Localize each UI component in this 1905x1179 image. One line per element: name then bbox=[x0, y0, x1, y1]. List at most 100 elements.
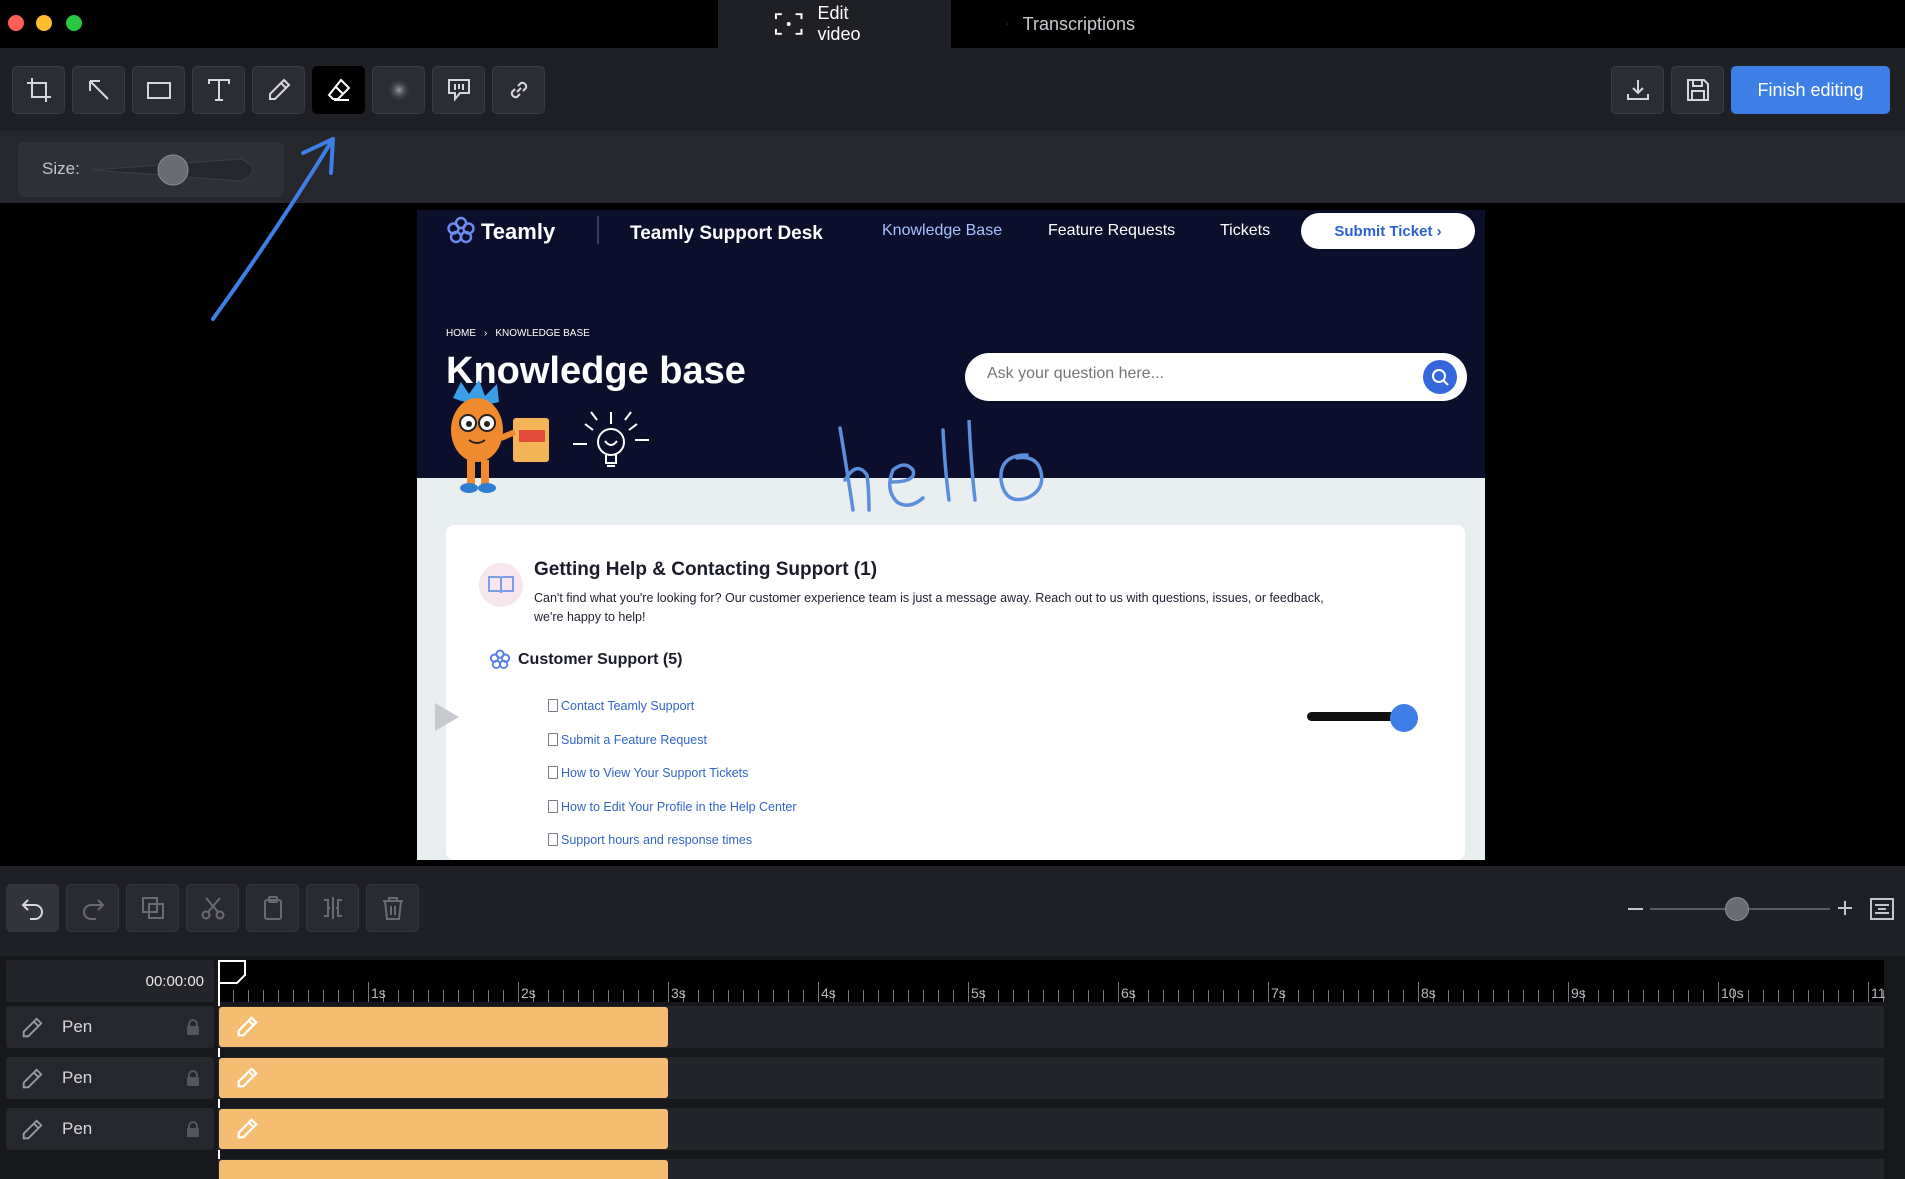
tick-label: 9s bbox=[1571, 985, 1586, 1001]
size-slider-handle[interactable] bbox=[157, 154, 189, 186]
kb-search-input[interactable] bbox=[987, 365, 1407, 383]
lock-icon[interactable] bbox=[186, 1019, 200, 1035]
play-icon[interactable] bbox=[433, 701, 461, 733]
track-label-pen[interactable]: Pen bbox=[6, 1108, 214, 1150]
kb-search-button[interactable] bbox=[1423, 360, 1457, 394]
volume-track bbox=[1307, 712, 1401, 721]
track-label-pen[interactable]: Pen bbox=[6, 1057, 214, 1099]
eraser-tool-button[interactable] bbox=[312, 66, 365, 114]
pen-icon bbox=[22, 1068, 43, 1089]
breadcrumb: HOME › KNOWLEDGE BASE bbox=[446, 328, 590, 339]
zoom-out-button[interactable] bbox=[1628, 908, 1643, 910]
split-button[interactable] bbox=[306, 884, 359, 932]
tick-label: 2s bbox=[521, 985, 536, 1001]
video-frame[interactable]: Teamly Teamly Support Desk Knowledge Bas… bbox=[417, 210, 1485, 860]
blur-icon bbox=[386, 78, 411, 102]
track-label-pen[interactable]: Pen bbox=[6, 1006, 214, 1048]
blur-tool-button[interactable] bbox=[372, 66, 425, 114]
eraser-icon bbox=[327, 78, 350, 101]
playhead-handle[interactable] bbox=[218, 960, 248, 986]
tick-label: 11 bbox=[1871, 985, 1886, 1001]
pen-clip[interactable] bbox=[219, 1160, 668, 1179]
title-bar: Edit video Transcriptions bbox=[0, 0, 1905, 48]
header-divider bbox=[597, 216, 599, 244]
redo-button[interactable] bbox=[66, 884, 119, 932]
article-link[interactable]: Support hours and response times bbox=[561, 833, 752, 847]
current-time: 00:00:00 bbox=[145, 973, 204, 990]
hello-annotation[interactable] bbox=[827, 418, 1107, 520]
tab-edit-video-label: Edit video bbox=[817, 3, 861, 44]
minimize-window-button[interactable] bbox=[36, 15, 52, 31]
kb-search-box[interactable] bbox=[965, 353, 1467, 401]
download-button[interactable] bbox=[1611, 66, 1664, 114]
track-name: Pen bbox=[62, 1119, 93, 1138]
lock-icon[interactable] bbox=[186, 1121, 200, 1137]
lightbulb-icon bbox=[573, 411, 649, 467]
duplicate-button[interactable] bbox=[126, 884, 179, 932]
maximize-window-button[interactable] bbox=[66, 15, 82, 31]
close-window-button[interactable] bbox=[8, 15, 24, 31]
pen-clip[interactable] bbox=[219, 1007, 668, 1047]
crop-icon bbox=[26, 78, 51, 102]
breadcrumb-separator: › bbox=[484, 328, 488, 339]
article-link[interactable]: How to Edit Your Profile in the Help Cen… bbox=[561, 800, 797, 814]
crop-tool-button[interactable] bbox=[12, 66, 65, 114]
lock-icon[interactable] bbox=[186, 1070, 200, 1086]
search-icon bbox=[1432, 369, 1449, 386]
edit-controls-bar bbox=[0, 866, 1905, 956]
size-label: Size: bbox=[42, 159, 80, 178]
kb-content-card: Getting Help & Contacting Support (1) Ca… bbox=[446, 525, 1465, 860]
clipboard-icon bbox=[263, 896, 282, 920]
zoom-slider-handle[interactable] bbox=[1725, 897, 1749, 921]
paste-button[interactable] bbox=[246, 884, 299, 932]
breadcrumb-current: KNOWLEDGE BASE bbox=[495, 328, 590, 339]
delete-button[interactable] bbox=[366, 884, 419, 932]
tick-label: 6s bbox=[1121, 985, 1136, 1001]
screen-capture-icon bbox=[774, 13, 803, 35]
video-canvas: Teamly Teamly Support Desk Knowledge Bas… bbox=[0, 137, 1905, 866]
link-tool-button[interactable] bbox=[492, 66, 545, 114]
video-volume-slider[interactable] bbox=[1307, 704, 1418, 732]
pen-clip[interactable] bbox=[219, 1058, 668, 1098]
article-link[interactable]: Submit a Feature Request bbox=[561, 733, 707, 747]
tab-edit-video[interactable]: Edit video bbox=[718, 0, 951, 48]
tick-label: 10s bbox=[1721, 985, 1744, 1001]
zoom-in-icon[interactable] bbox=[1837, 900, 1853, 916]
submit-ticket-button[interactable]: Submit Ticket › bbox=[1301, 213, 1475, 249]
annotation-arrow[interactable] bbox=[205, 123, 345, 333]
download-icon bbox=[1626, 80, 1649, 100]
callout-tool-button[interactable] bbox=[432, 66, 485, 114]
cut-button[interactable] bbox=[186, 884, 239, 932]
track-name: Pen bbox=[62, 1017, 93, 1036]
category-title[interactable]: Customer Support (5) bbox=[518, 651, 682, 669]
pen-icon bbox=[237, 1067, 258, 1088]
time-ruler[interactable]: 1s 2s 3s 4s 5s 6s 7s 8s 9s 10s 11 bbox=[218, 960, 1886, 1002]
text-tool-button[interactable] bbox=[192, 66, 245, 114]
brand-name: Teamly bbox=[481, 219, 556, 244]
redo-icon bbox=[82, 899, 104, 920]
nav-knowledge-base[interactable]: Knowledge Base bbox=[882, 222, 1002, 240]
article-link[interactable]: How to View Your Support Tickets bbox=[561, 766, 748, 780]
article-link[interactable]: Contact Teamly Support bbox=[561, 699, 694, 713]
rectangle-tool-button[interactable] bbox=[132, 66, 185, 114]
nav-tickets[interactable]: Tickets bbox=[1220, 222, 1270, 240]
section-description-line1: Can't find what you're looking for? Our … bbox=[534, 591, 1324, 605]
volume-handle[interactable] bbox=[1390, 704, 1418, 732]
duplicate-icon bbox=[141, 897, 164, 919]
section-title[interactable]: Getting Help & Contacting Support (1) bbox=[534, 559, 877, 581]
fit-timeline-icon[interactable] bbox=[1870, 898, 1894, 920]
tab-transcriptions[interactable]: Transcriptions bbox=[951, 0, 1191, 48]
save-button[interactable] bbox=[1671, 66, 1724, 114]
nav-feature-requests[interactable]: Feature Requests bbox=[1048, 222, 1175, 240]
timecode-cell: 00:00:00 bbox=[6, 960, 214, 1002]
tick-label: 7s bbox=[1271, 985, 1286, 1001]
section-description: Can't find what you're looking for? Our … bbox=[534, 589, 1444, 627]
transcript-icon bbox=[1007, 23, 1009, 25]
timeline-panel: 00:00:00 1s 2s 3s 4s 5s 6s 7s 8s 9s 10s … bbox=[0, 956, 1905, 1179]
finish-editing-button[interactable]: Finish editing bbox=[1731, 66, 1890, 114]
undo-button[interactable] bbox=[6, 884, 59, 932]
breadcrumb-home[interactable]: HOME bbox=[446, 328, 476, 339]
pen-clip[interactable] bbox=[219, 1109, 668, 1149]
arrow-tool-button[interactable] bbox=[72, 66, 125, 114]
pen-tool-button[interactable] bbox=[252, 66, 305, 114]
